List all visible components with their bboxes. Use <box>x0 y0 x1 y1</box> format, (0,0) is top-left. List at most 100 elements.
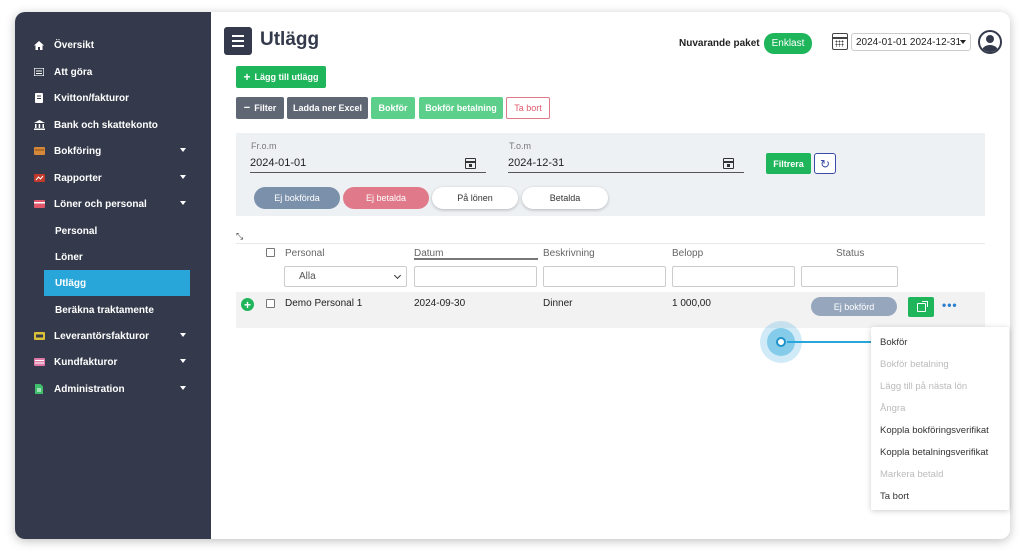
home-icon <box>33 40 45 50</box>
cell-personal: Demo Personal 1 <box>285 298 363 309</box>
external-link-icon <box>916 300 928 312</box>
menu-item-markera-betald[interactable]: Markera betald <box>880 469 943 480</box>
user-avatar[interactable] <box>978 30 1002 54</box>
status-badge: Ej bokförd <box>811 297 897 316</box>
from-date-input[interactable]: 2024-01-01 <box>250 153 486 173</box>
list-icon <box>33 67 45 77</box>
column-header-belopp[interactable]: Belopp <box>672 248 703 259</box>
chevron-down-icon <box>180 148 186 152</box>
menu-item-koppla-bokforingsverifikat[interactable]: Koppla bokföringsverifikat <box>880 425 989 436</box>
customer-invoice-icon <box>33 357 45 367</box>
menu-item-koppla-betalningsverifikat[interactable]: Koppla betalningsverifikat <box>880 447 988 458</box>
sidebar-item-loner-och-personal[interactable]: Löner och personal <box>15 191 211 217</box>
bokfor-betalning-button[interactable]: Bokför betalning <box>419 97 503 119</box>
add-expense-button[interactable]: + Lägg till utlägg <box>236 66 326 88</box>
table-header-border <box>236 243 985 244</box>
download-excel-button[interactable]: Ladda ner Excel <box>287 97 368 119</box>
sidebar-item-label: Leverantörsfakturor <box>54 330 150 342</box>
belopp-filter-input[interactable] <box>672 266 795 287</box>
pill-ej-betalda[interactable]: Ej betalda <box>343 187 429 209</box>
pointer-arrow-line <box>787 341 873 343</box>
delete-button[interactable]: Ta bort <box>506 97 550 119</box>
chevron-down-icon <box>180 359 186 363</box>
column-header-personal[interactable]: Personal <box>285 248 324 259</box>
sidebar-item-bokforing[interactable]: Bokföring <box>15 138 211 164</box>
personal-filter-select[interactable]: Alla <box>284 266 407 287</box>
cell-belopp: 1 000,00 <box>672 298 711 309</box>
sidebar-item-att-gora[interactable]: Att göra <box>15 59 211 85</box>
sidebar-subitem-personal[interactable]: Personal <box>55 218 201 244</box>
sidebar-item-rapporter[interactable]: Rapporter <box>15 165 211 191</box>
supplier-invoice-icon <box>33 331 45 341</box>
sidebar-item-label: Översikt <box>54 39 95 51</box>
ledger-icon <box>33 146 45 156</box>
sidebar-item-administration[interactable]: Administration <box>15 376 211 402</box>
sidebar-item-label: Rapporter <box>54 172 102 184</box>
sidebar-item-label: Att göra <box>54 66 93 78</box>
sidebar-item-kundfakturor[interactable]: Kundfakturor <box>15 349 211 375</box>
pill-pa-lonen[interactable]: På lönen <box>432 187 518 209</box>
package-label: Nuvarande paket <box>679 38 760 49</box>
menu-item-lagg-till-pa-nasta-lon[interactable]: Lägg till på nästa lön <box>880 381 967 392</box>
to-date-label: T.o.m <box>509 141 532 151</box>
sidebar-subitem-label: Personal <box>55 225 98 237</box>
sidebar-subitem-label: Löner <box>55 251 83 263</box>
filter-toggle-button[interactable]: − Filter <box>236 97 284 119</box>
column-header-status[interactable]: Status <box>836 248 864 259</box>
menu-item-bokfor-betalning[interactable]: Bokför betalning <box>880 359 949 370</box>
page-title: Utlägg <box>260 29 320 50</box>
to-date-input[interactable]: 2024-12-31 <box>508 153 744 173</box>
collapse-icon[interactable]: ⤡ <box>236 231 243 242</box>
add-expense-label: Lägg till utlägg <box>254 72 319 82</box>
refresh-icon: ↻ <box>819 156 831 171</box>
apply-filter-button[interactable]: Filtrera <box>766 153 811 174</box>
hamburger-icon <box>232 35 244 37</box>
expand-row-button[interactable]: + <box>241 298 254 311</box>
menu-toggle-button[interactable] <box>224 27 252 55</box>
datum-filter-input[interactable] <box>414 266 537 287</box>
calendar-icon[interactable] <box>723 158 734 169</box>
receipt-icon <box>33 93 45 103</box>
sidebar-subitem-label: Beräkna traktamente <box>55 304 154 316</box>
sidebar-item-label: Kvitton/fakturor <box>54 92 129 104</box>
menu-item-bokfor[interactable]: Bokför <box>880 337 907 348</box>
select-all-checkbox[interactable] <box>266 248 275 257</box>
package-badge[interactable]: Enklast <box>764 33 812 54</box>
column-header-beskrivning[interactable]: Beskrivning <box>543 248 595 259</box>
sidebar-item-oversikt[interactable]: Översikt <box>15 32 211 58</box>
card-icon <box>33 199 45 209</box>
chevron-down-icon <box>393 271 402 280</box>
filter-label: Filter <box>254 103 277 113</box>
pill-ej-bokforda[interactable]: Ej bokförda <box>254 187 340 209</box>
pill-betalda[interactable]: Betalda <box>522 187 608 209</box>
menu-item-ta-bort[interactable]: Ta bort <box>880 491 909 502</box>
cell-beskrivning: Dinner <box>543 298 573 309</box>
app-window: Översikt Att göra Kvitton/fakturor Bank … <box>15 12 1010 539</box>
beskrivning-filter-input[interactable] <box>543 266 666 287</box>
date-range-value: 2024-01-01 2024-12-31 <box>856 36 962 48</box>
sidebar-item-label: Bokföring <box>54 145 102 157</box>
sidebar-subitem-loner[interactable]: Löner <box>55 244 201 270</box>
sidebar-subitem-berakna-traktamente[interactable]: Beräkna traktamente <box>55 297 201 323</box>
row-checkbox[interactable] <box>266 299 275 308</box>
calendar-icon[interactable] <box>465 158 476 169</box>
status-filter-input[interactable] <box>801 266 898 287</box>
sidebar-item-kvitton[interactable]: Kvitton/fakturor <box>15 85 211 111</box>
sidebar-item-bank[interactable]: Bank och skattekonto <box>15 112 211 138</box>
chevron-down-icon <box>180 333 186 337</box>
plus-icon: + <box>243 70 251 84</box>
actions-menu: Bokför Bokför betalning Lägg till på näs… <box>871 327 1009 510</box>
sidebar-subitem-utlagg[interactable]: Utlägg <box>44 270 190 296</box>
from-date-label: Fr.o.m <box>251 141 277 151</box>
menu-item-angra[interactable]: Ångra <box>880 403 905 414</box>
bokfor-button[interactable]: Bokför <box>371 97 415 119</box>
sidebar-item-leverantorsfakturor[interactable]: Leverantörsfakturor <box>15 323 211 349</box>
date-range-select[interactable]: 2024-01-01 2024-12-31 <box>851 33 971 51</box>
open-row-button[interactable] <box>908 297 934 317</box>
sidebar-item-label: Löner och personal <box>54 198 147 210</box>
chevron-down-icon <box>180 201 186 205</box>
refresh-button[interactable]: ↻ <box>814 153 836 174</box>
sort-indicator <box>414 258 538 260</box>
chevron-down-icon <box>180 386 186 390</box>
more-actions-button[interactable]: ••• <box>942 298 958 312</box>
